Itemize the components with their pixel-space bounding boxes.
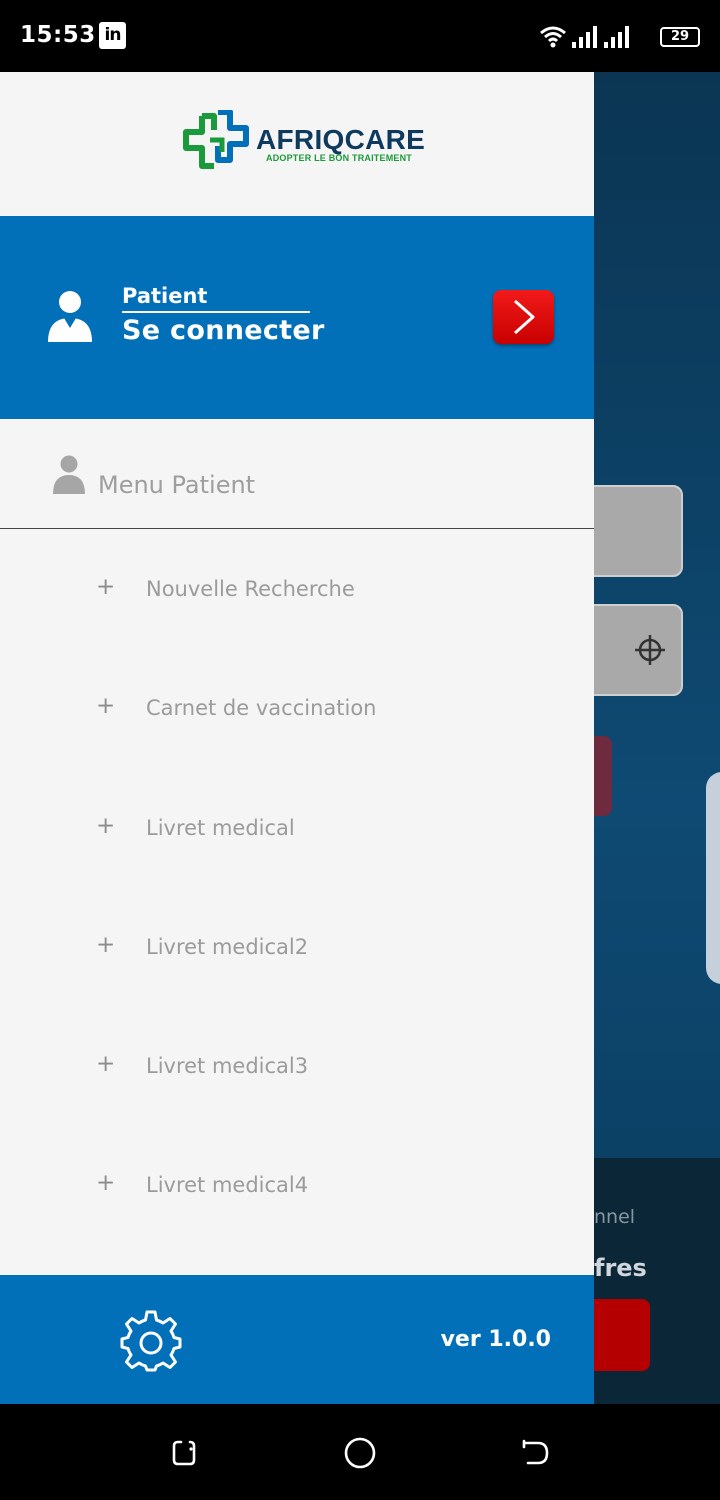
menu-item-label: Carnet de vaccination	[146, 696, 377, 721]
logo-name: AFRIQCARE	[256, 124, 426, 155]
linkedin-icon: in	[99, 22, 126, 49]
menu-item-livret-medical3[interactable]: + Livret medical3	[0, 1007, 594, 1126]
crosshair-icon	[635, 635, 665, 665]
user-icon	[53, 455, 85, 494]
menu-list: + Nouvelle Recherche + Carnet de vaccina…	[0, 530, 594, 1246]
afriqcare-logo: AFRIQCARE ADOPTER LE BON TRAITEMENT	[180, 110, 425, 180]
login-arrow-button[interactable]	[493, 290, 554, 344]
menu-section-label: Menu Patient	[98, 471, 256, 499]
signal-icon	[604, 26, 629, 48]
menu-item-livret-medical4[interactable]: + Livret medical4	[0, 1126, 594, 1245]
menu-item-label: Livret medical2	[146, 934, 309, 959]
drawer-logo-area: AFRIQCARE ADOPTER LE BON TRAITEMENT	[0, 72, 594, 216]
background-card	[706, 772, 720, 984]
login-panel[interactable]: Patient Se connecter	[0, 216, 594, 419]
home-icon[interactable]	[343, 1436, 377, 1470]
wifi-icon	[540, 26, 566, 48]
medical-cross-logo-icon	[183, 110, 249, 169]
logo-tagline: ADOPTER LE BON TRAITEMENT	[266, 153, 412, 163]
menu-item-label: Nouvelle Recherche	[146, 577, 355, 601]
plus-icon: +	[96, 931, 116, 958]
menu-item-carnet-de-vaccination[interactable]: + Carnet de vaccination	[0, 649, 594, 768]
recent-apps-icon[interactable]	[168, 1437, 200, 1469]
status-bar: 15:53 in 29	[0, 0, 720, 72]
chevron-right-icon	[514, 299, 535, 335]
background-heading: fres	[594, 1254, 647, 1282]
plus-icon: +	[96, 812, 116, 839]
drawer-footer: ver 1.0.0	[0, 1275, 594, 1404]
menu-item-label: Livret medical3	[146, 1054, 309, 1079]
plus-icon: +	[96, 1051, 116, 1078]
menu-item-nouvelle-recherche[interactable]: + Nouvelle Recherche	[0, 530, 594, 649]
back-icon[interactable]	[520, 1437, 552, 1469]
plus-icon: +	[96, 693, 116, 720]
login-action-label[interactable]: Se connecter	[122, 315, 325, 346]
menu-item-label: Livret medical	[146, 815, 295, 840]
battery-icon: 29	[660, 27, 700, 47]
menu-item-livret-medical[interactable]: + Livret medical	[0, 769, 594, 888]
signal-icon	[572, 26, 597, 48]
status-time: 15:53	[20, 22, 96, 48]
menu-section-header: Menu Patient	[0, 419, 594, 529]
menu-item-label: Livret medical4	[146, 1173, 309, 1198]
app-version: ver 1.0.0	[440, 1327, 551, 1352]
plus-icon: +	[96, 574, 116, 600]
gear-icon[interactable]	[118, 1308, 184, 1374]
login-role-label: Patient	[122, 284, 310, 313]
menu-item-livret-medical2[interactable]: + Livret medical2	[0, 888, 594, 1007]
navigation-drawer: AFRIQCARE ADOPTER LE BON TRAITEMENT Pati…	[0, 72, 594, 1404]
background-label: nnel	[594, 1206, 636, 1228]
plus-icon: +	[96, 1170, 116, 1197]
status-icons: 29	[540, 24, 700, 50]
system-nav-bar	[0, 1404, 720, 1500]
user-icon	[48, 291, 92, 342]
